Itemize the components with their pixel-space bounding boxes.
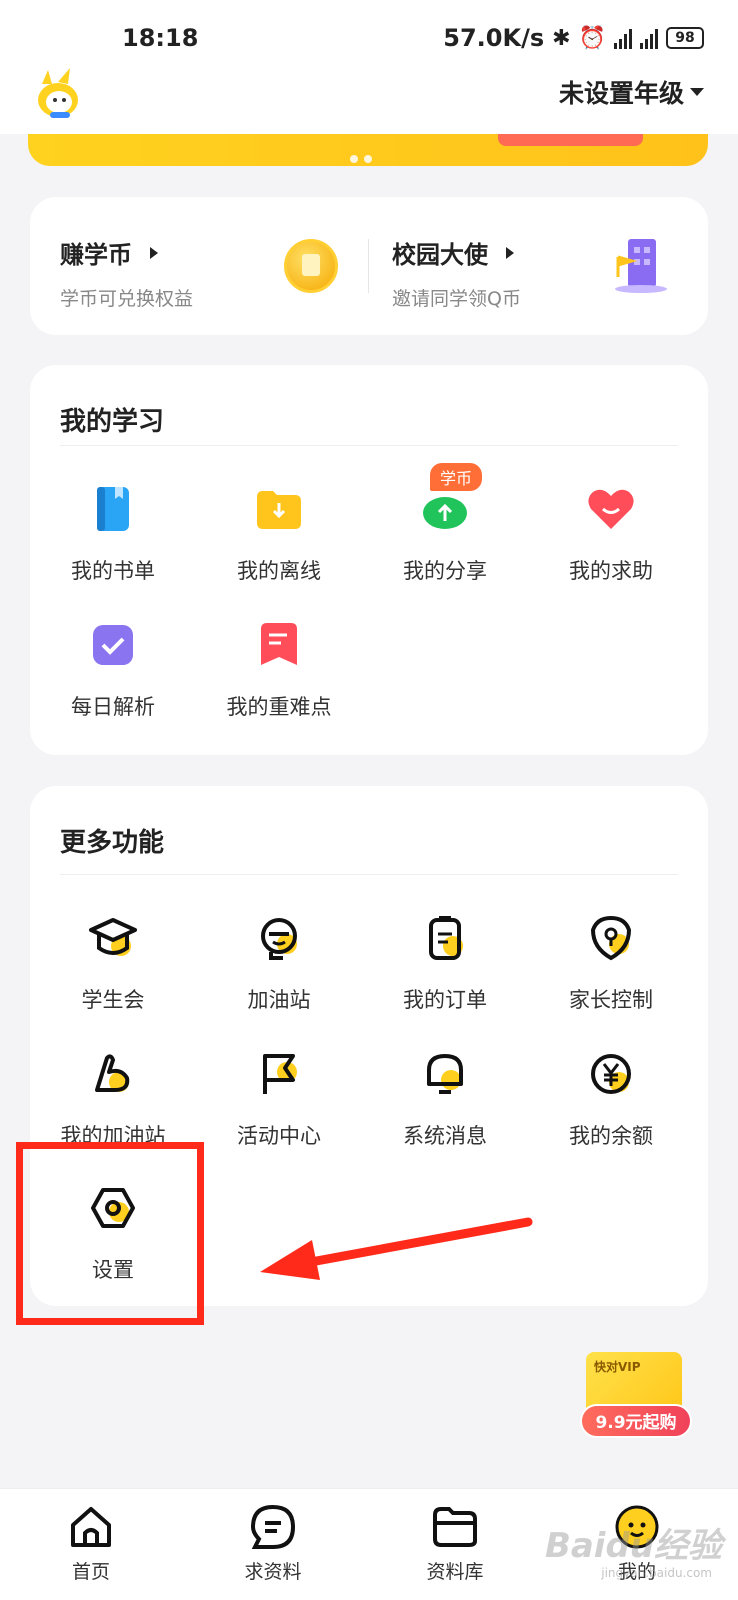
more-item-label: 我的余额 <box>569 1124 653 1148</box>
status-indicators: 57.0K/s ✱ ⏰ 98 <box>443 24 704 52</box>
check-icon <box>93 625 133 665</box>
more-item-label: 我的订单 <box>403 988 487 1012</box>
network-speed: 57.0K/s <box>443 24 545 52</box>
more-item-balance[interactable]: 我的余额 <box>536 1048 686 1150</box>
tab-home[interactable]: 首页 <box>36 1503 146 1584</box>
grade-label: 未设置年级 <box>558 79 684 108</box>
more-item-system-messages[interactable]: 系统消息 <box>370 1048 520 1150</box>
bookmark-icon <box>261 623 297 665</box>
earn-coins-subtitle: 学币可兑换权益 <box>60 288 194 310</box>
more-item-label: 加油站 <box>247 988 311 1012</box>
smile-face-icon <box>261 918 297 960</box>
study-item-key-points[interactable]: 我的重难点 <box>204 619 354 721</box>
folder-download-icon <box>257 491 301 529</box>
arm-strength-icon <box>95 1054 130 1092</box>
earn-coins-entry[interactable]: 赚学币 学币可兑换权益 <box>60 235 193 311</box>
parent-shield-icon <box>590 915 632 961</box>
study-item-label: 我的离线 <box>237 559 321 583</box>
vip-promo-float[interactable]: 快对VIP 9.9元起购 <box>580 1352 692 1444</box>
study-item-booklist[interactable]: 我的书单 <box>38 483 188 585</box>
yen-coin-icon <box>591 1054 631 1094</box>
arrow-right-icon <box>506 246 514 259</box>
flag-icon <box>263 1054 297 1094</box>
watermark: Baidu经验 <box>544 1526 722 1566</box>
more-item-parent-control[interactable]: 家长控制 <box>536 912 686 1014</box>
alarm-icon: ⏰ <box>578 25 606 51</box>
section-title: 我的学习 <box>60 407 165 437</box>
study-item-help[interactable]: 我的求助 <box>536 483 686 585</box>
more-item-label: 活动中心 <box>237 1124 321 1148</box>
book-icon <box>97 487 129 531</box>
more-item-fuel-station[interactable]: 加油站 <box>204 912 354 1014</box>
grade-selector[interactable]: 未设置年级 <box>559 74 704 110</box>
study-item-label: 我的书单 <box>71 559 155 583</box>
ambassador-subtitle: 邀请同学领Q币 <box>392 288 521 310</box>
building-icon <box>615 239 667 293</box>
more-item-label: 系统消息 <box>403 1124 487 1148</box>
signal-icon-2 <box>640 27 658 49</box>
bluetooth-icon: ✱ <box>552 25 571 51</box>
signal-icon <box>614 27 632 49</box>
tab-label: 资料库 <box>426 1561 484 1583</box>
study-item-share[interactable]: 学币 我的分享 <box>370 463 520 585</box>
bell-icon <box>427 1054 463 1094</box>
tab-library[interactable]: 资料库 <box>400 1503 510 1584</box>
study-item-label: 我的分享 <box>403 559 487 583</box>
heart-icon <box>588 489 634 529</box>
banner-button[interactable] <box>498 134 643 146</box>
arrow-right-icon <box>150 246 158 259</box>
status-time: 18:18 <box>122 24 199 52</box>
tab-request-materials[interactable]: 求资料 <box>218 1503 328 1584</box>
more-item-activity-center[interactable]: 活动中心 <box>204 1048 354 1150</box>
app-header: 未设置年级 <box>0 54 738 134</box>
vip-price-button[interactable]: 9.9元起购 <box>580 1404 692 1438</box>
divider <box>60 445 678 446</box>
annotation-highlight-box <box>16 1142 204 1325</box>
folder-icon <box>433 1507 477 1547</box>
study-item-offline[interactable]: 我的离线 <box>204 483 354 585</box>
promo-card: 赚学币 学币可兑换权益 校园大使 邀请同学领Q币 <box>30 197 708 335</box>
vip-tag: 快对VIP <box>594 1360 641 1374</box>
carousel-indicator <box>350 155 372 163</box>
home-icon <box>71 1507 111 1547</box>
app-logo-icon[interactable] <box>28 66 84 122</box>
more-item-student-union[interactable]: 学生会 <box>38 912 188 1014</box>
divider <box>368 239 369 293</box>
my-study-section: 我的学习 我的书单 我的离线 学币 我的分享 我的求助 每日解析 我的重难点 <box>30 365 708 755</box>
chat-icon <box>250 1504 296 1549</box>
tab-label: 首页 <box>71 1561 110 1583</box>
graduation-cap-icon <box>89 918 137 956</box>
caret-down-icon <box>690 88 704 96</box>
study-item-label: 每日解析 <box>71 695 155 719</box>
more-item-label: 学生会 <box>81 988 145 1012</box>
more-item-orders[interactable]: 我的订单 <box>370 912 520 1014</box>
tab-label: 求资料 <box>244 1561 302 1583</box>
earn-coins-title: 赚学币 <box>60 241 132 269</box>
divider <box>60 874 678 875</box>
section-title: 更多功能 <box>60 828 165 858</box>
study-item-daily-analysis[interactable]: 每日解析 <box>38 619 188 721</box>
more-item-label: 家长控制 <box>569 988 653 1012</box>
watermark-url: jingyan.baidu.com <box>601 1566 712 1580</box>
study-item-label: 我的求助 <box>569 559 653 583</box>
clipboard-icon <box>429 916 463 960</box>
ambassador-title: 校园大使 <box>392 241 488 269</box>
more-item-my-fuel-station[interactable]: 我的加油站 <box>38 1048 188 1150</box>
campus-ambassador-entry[interactable]: 校园大使 邀请同学领Q币 <box>392 235 521 311</box>
annotation-arrow-icon <box>260 1217 533 1280</box>
battery-icon: 98 <box>666 27 704 49</box>
coin-icon <box>284 239 338 293</box>
study-item-label: 我的重难点 <box>226 695 332 719</box>
coin-badge: 学币 <box>430 463 483 491</box>
